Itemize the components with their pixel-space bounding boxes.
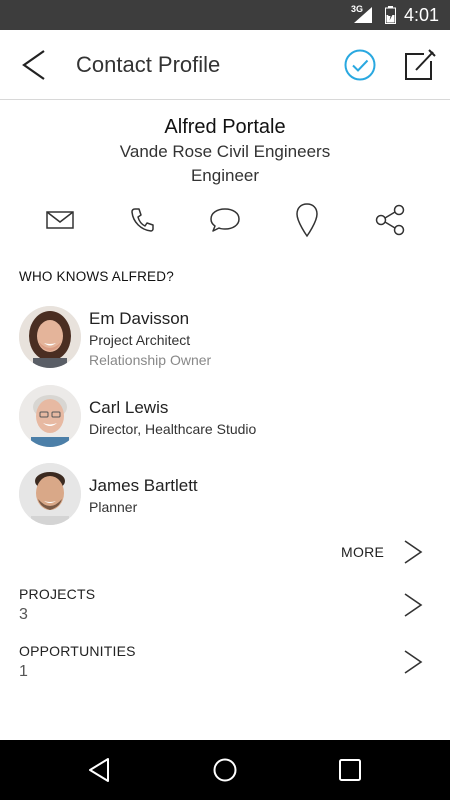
- chevron-right-icon: [404, 540, 423, 564]
- person-title: Project Architect: [89, 332, 191, 348]
- check-circle-icon[interactable]: [343, 48, 377, 82]
- more-label: MORE: [341, 544, 385, 560]
- page-title: Contact Profile: [76, 52, 221, 77]
- mail-icon[interactable]: [40, 200, 80, 240]
- person-item[interactable]: Carl Lewis Director, Healthcare Studio: [0, 385, 450, 451]
- avatar: [19, 385, 81, 447]
- nav-home-icon[interactable]: [212, 757, 238, 783]
- person-name: Em Davisson: [89, 309, 190, 328]
- projects-count: 3: [19, 606, 28, 623]
- chevron-right-icon: [404, 650, 423, 674]
- nav-recents-icon[interactable]: [337, 757, 363, 783]
- contact-role: Engineer: [190, 166, 260, 185]
- contact-actions: [0, 200, 450, 240]
- avatar: [19, 463, 81, 525]
- edit-icon[interactable]: [402, 48, 436, 82]
- who-knows-heading: WHO KNOWS ALFRED?: [19, 269, 174, 284]
- more-button[interactable]: MORE: [0, 536, 450, 568]
- nav-back-icon[interactable]: [87, 757, 113, 783]
- opportunities-count: 1: [19, 663, 28, 680]
- phone-icon[interactable]: [122, 200, 162, 240]
- person-item[interactable]: Em Davisson Project Architect Relationsh…: [0, 306, 450, 372]
- status-bar: 3G 4:01: [0, 0, 450, 30]
- contact-name: Alfred Portale: [164, 116, 286, 138]
- signal-icon: [354, 7, 372, 23]
- projects-row[interactable]: PROJECTS 3: [0, 586, 450, 636]
- person-title: Planner: [89, 499, 138, 515]
- location-pin-icon[interactable]: [287, 200, 327, 240]
- opportunities-label: OPPORTUNITIES: [19, 643, 136, 659]
- person-name: Carl Lewis: [89, 398, 169, 417]
- chevron-right-icon: [404, 593, 423, 617]
- projects-label: PROJECTS: [19, 586, 96, 602]
- opportunities-row[interactable]: OPPORTUNITIES 1: [0, 643, 450, 693]
- avatar: [19, 306, 81, 368]
- person-relationship: Relationship Owner: [89, 352, 212, 368]
- message-icon[interactable]: [205, 200, 245, 240]
- system-navigation-bar: [0, 740, 450, 800]
- back-chevron-icon[interactable]: [18, 48, 52, 82]
- person-name: James Bartlett: [89, 476, 198, 495]
- contact-company: Vande Rose Civil Engineers: [119, 142, 331, 161]
- person-title: Director, Healthcare Studio: [89, 421, 257, 437]
- app-bar: Contact Profile: [0, 30, 450, 100]
- person-item[interactable]: James Bartlett Planner: [0, 463, 450, 529]
- clock: 4:01: [404, 5, 440, 25]
- share-icon[interactable]: [370, 200, 410, 240]
- battery-icon: [385, 6, 396, 24]
